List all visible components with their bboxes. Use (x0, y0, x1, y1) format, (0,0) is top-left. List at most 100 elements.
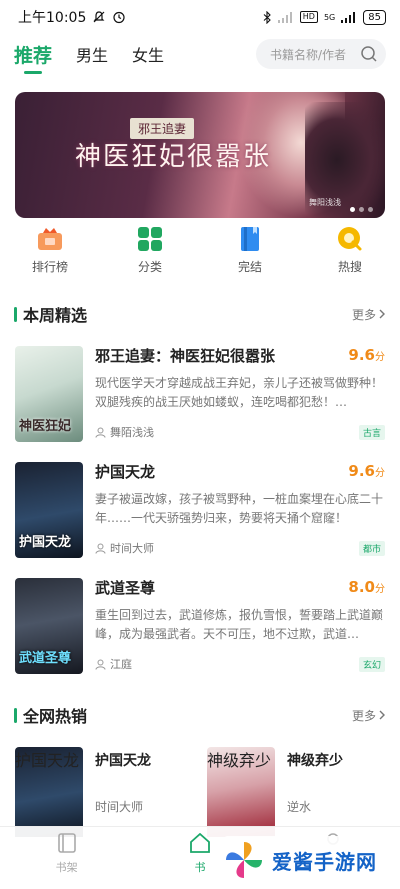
cover-title: 神级弃少 (207, 751, 272, 770)
score-value: 8.0 (348, 578, 375, 596)
search-icon (361, 46, 377, 62)
status-time: 上午10:05 (18, 10, 87, 26)
book-title: 邪王追妻：神医狂妃很嚣张 (95, 347, 276, 365)
hot-book-item[interactable]: 护国天龙 护国天龙 时间大师 (15, 747, 195, 837)
network-type: 5G (323, 12, 336, 22)
bookshelf-icon (57, 833, 76, 853)
mute-bell-icon (93, 11, 105, 23)
site-watermark: 爱酱手游网 (222, 836, 392, 884)
signal-weak-icon (277, 12, 292, 23)
banner-credit: 舞阳浅浅 (309, 198, 341, 207)
section-accent-bar (14, 707, 17, 723)
book-title: 武道圣尊 (95, 579, 156, 597)
book-score: 9.6分 (348, 462, 385, 480)
category-label: 分类 (137, 260, 162, 274)
banner-pagination (350, 207, 373, 212)
nav-bookstore-label: 书 (194, 861, 206, 874)
book-cover: 武道圣尊 (15, 578, 83, 674)
author-icon (95, 659, 106, 670)
bookstore-home-icon (190, 833, 210, 853)
book-cover: 护国天龙 (15, 462, 83, 558)
promo-banner[interactable]: 邪王追妻 神医狂妃很嚣张 舞阳浅浅 (15, 92, 385, 218)
banner-dot (368, 207, 373, 212)
top-tabs: 推荐 男生 女生 书籍名称/作者 (0, 36, 400, 74)
book-item[interactable]: 武道圣尊 武道圣尊 8.0分 重生回到过去，武道修炼，报仇雪恨，誓要踏上武道巅峰… (15, 578, 385, 674)
weekly-section-title: 本周精选 (23, 306, 88, 325)
category-icon (138, 227, 162, 251)
more-label: 更多 (351, 307, 376, 322)
book-author: 时间大师 (110, 542, 154, 555)
hot-search-label: 热搜 (337, 260, 362, 274)
cover-title: 神医狂妃 (19, 419, 72, 434)
book-description: 现代医学天才穿越成战王弃妃，亲儿子还被骂做野种！双腿残疾的战王厌她如蝼蚁，连吃喝… (95, 376, 384, 409)
author-icon (95, 427, 106, 438)
hd-badge: HD (299, 11, 318, 23)
book-author: 舞陌浅浅 (110, 426, 154, 439)
book-cover: 护国天龙 (15, 747, 83, 837)
hot-search-entry[interactable]: 热搜 (300, 226, 400, 282)
watermark-text: 爱酱手游网 (272, 849, 377, 874)
cover-title: 护国天龙 (19, 535, 72, 550)
bluetooth-icon (263, 10, 271, 24)
banner-title: 神医狂妃很嚣张 (75, 142, 272, 172)
genre-tag: 玄幻 (358, 656, 385, 672)
chevron-right-icon (379, 710, 385, 720)
pinwheel-logo-icon (226, 842, 262, 878)
banner-dot (350, 207, 355, 212)
score-unit: 分 (375, 584, 385, 595)
ranking-label: 排行榜 (31, 260, 68, 274)
author-icon (95, 543, 106, 554)
book-item[interactable]: 护国天龙 护国天龙 9.6分 妻子被逼改嫁，孩子被骂野种，一桩血案埋在心底二十年… (15, 462, 385, 558)
tab-male[interactable]: 男生 (76, 42, 108, 66)
category-entry[interactable]: 分类 (100, 226, 200, 282)
search-placeholder: 书籍名称/作者 (270, 47, 347, 62)
cover-title: 武道圣尊 (19, 651, 72, 666)
more-label: 更多 (351, 708, 376, 723)
book-title: 护国天龙 (95, 753, 151, 769)
status-bar: 上午10:05 HD 5G 85 (0, 0, 400, 34)
completed-label: 完结 (237, 260, 262, 274)
signal-icon (341, 12, 356, 23)
nav-bookshelf[interactable]: 书架 (0, 827, 133, 889)
book-description: 妻子被逼改嫁，孩子被骂野种，一桩血案埋在心底二十年……一代天骄强势归来，势要将天… (95, 492, 384, 525)
tab-female[interactable]: 女生 (132, 42, 164, 66)
completed-book-icon (241, 227, 259, 251)
banner-subtitle: 邪王追妻 (130, 118, 195, 139)
book-author: 江庭 (110, 658, 132, 671)
banner-dot (359, 207, 364, 212)
hot-section-header: 全网热销 更多 (0, 703, 400, 727)
ranking-icon (38, 228, 62, 250)
section-accent-bar (14, 306, 17, 322)
book-item[interactable]: 神医狂妃 邪王追妻：神医狂妃很嚣张 9.6分 现代医学天才穿越成战王弃妃，亲儿子… (15, 346, 385, 442)
alarm-icon (113, 11, 125, 24)
hot-search-icon (338, 227, 362, 251)
hot-section-title: 全网热销 (23, 707, 88, 726)
quick-entries: 排行榜 分类 完结 热搜 (0, 226, 400, 282)
completed-entry[interactable]: 完结 (200, 226, 300, 282)
book-description: 重生回到过去，武道修炼，报仇雪恨，誓要踏上武道巅峰，成为最强武者。天不可压，地不… (95, 608, 384, 641)
book-cover: 神级弃少 (207, 747, 275, 837)
weekly-more-link[interactable]: 更多 (352, 306, 386, 323)
weekly-section-header: 本周精选 更多 (0, 302, 400, 326)
book-author: 逆水 (287, 800, 312, 814)
cover-title: 护国天龙 (15, 751, 80, 770)
ranking-entry[interactable]: 排行榜 (0, 226, 100, 282)
score-unit: 分 (375, 468, 385, 479)
genre-tag: 古言 (358, 424, 385, 440)
score-value: 9.6 (348, 462, 375, 480)
book-title: 神级弃少 (287, 753, 343, 769)
genre-tag: 都市 (358, 540, 385, 556)
chevron-right-icon (379, 309, 385, 319)
score-value: 9.6 (348, 346, 375, 364)
score-unit: 分 (375, 352, 385, 363)
hot-more-link[interactable]: 更多 (352, 707, 386, 724)
book-author: 时间大师 (95, 800, 144, 814)
tab-recommend[interactable]: 推荐 (14, 41, 52, 74)
hot-book-item[interactable]: 神级弃少 神级弃少 逆水 (207, 747, 387, 837)
book-cover: 神医狂妃 (15, 346, 83, 442)
search-input[interactable]: 书籍名称/作者 (256, 39, 386, 69)
book-score: 8.0分 (348, 578, 385, 596)
battery-indicator: 85 (363, 9, 386, 25)
nav-bookshelf-label: 书架 (55, 861, 78, 874)
book-score: 9.6分 (348, 346, 385, 364)
